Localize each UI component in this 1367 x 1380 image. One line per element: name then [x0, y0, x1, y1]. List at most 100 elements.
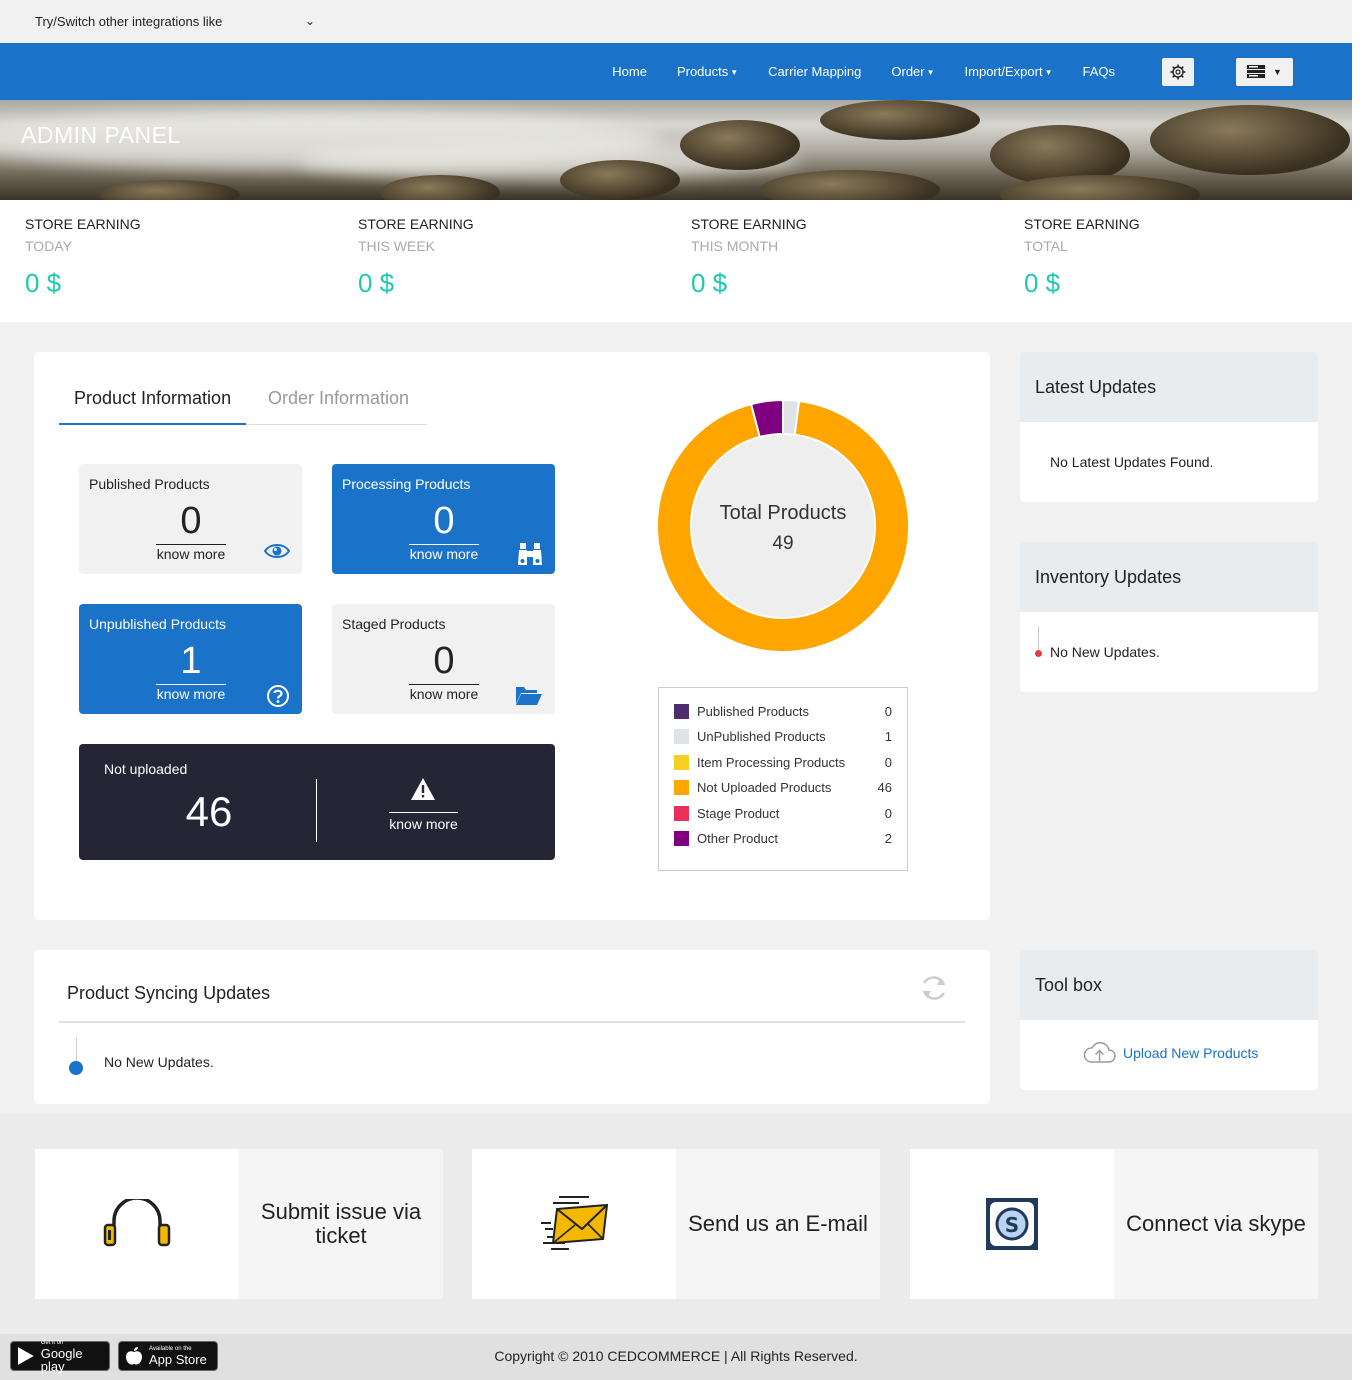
nav-item-label: FAQs — [1082, 64, 1115, 79]
donut-chart — [656, 398, 910, 653]
caret-down-icon: ▼ — [926, 68, 935, 78]
earning-value: 0 $ — [1024, 268, 1061, 298]
legend-swatch — [674, 805, 689, 821]
legend-item: Item Processing Products 0 — [674, 754, 892, 779]
earning-week: STORE EARNING THIS WEEK 0 $ — [358, 216, 474, 299]
support-skype-card[interactable]: S Connect via skype — [910, 1149, 1318, 1299]
legend-swatch — [674, 830, 689, 846]
unpublished-products-tile: Unpublished Products 1 know more — [79, 604, 302, 714]
know-more-link[interactable]: know more — [126, 546, 256, 562]
tile-count: 0 — [409, 640, 479, 685]
nav-item-label: Order — [891, 64, 925, 79]
earning-label: STORE EARNING — [358, 216, 474, 232]
tile-count: 0 — [156, 500, 226, 545]
nav-item-import-export[interactable]: Import/Export ▼ — [965, 64, 1053, 79]
footer: Get it on Google play Available on the A… — [0, 1334, 1352, 1380]
nav-item-label: Import/Export — [964, 64, 1043, 79]
donut-title: Total Products — [719, 502, 847, 524]
legend-swatch — [674, 754, 689, 770]
nav-item-order[interactable]: Order ▼ — [891, 64, 934, 79]
earning-month: STORE EARNING THIS MONTH 0 $ — [691, 216, 807, 299]
product-syncing-card: Product Syncing Updates No New Updates. — [34, 950, 990, 1104]
legend-swatch — [674, 729, 689, 745]
caret-down-icon: ▼ — [1044, 68, 1053, 78]
legend-label: Not Uploaded Products — [697, 780, 832, 796]
nav-item-faqs[interactable]: FAQs — [1082, 64, 1115, 79]
tab-product-information[interactable]: Product Information — [59, 388, 247, 425]
know-more-link[interactable]: know more — [126, 686, 256, 702]
scrollbar-track[interactable] — [1352, 0, 1367, 1380]
nav-item-products[interactable]: Products ▼ — [677, 64, 738, 79]
eye-icon[interactable] — [264, 542, 290, 560]
banner-image — [0, 100, 1352, 200]
upload-new-products-label: Upload New Products — [1123, 1045, 1259, 1061]
legend-item: Published Products 0 — [674, 703, 892, 728]
tile-divider — [316, 779, 317, 842]
email-icon — [541, 1196, 609, 1250]
earning-period: THIS MONTH — [691, 238, 779, 254]
tile-count: 46 — [185, 788, 233, 835]
chart-legend: Published Products 0 UnPublished Products 1… — [658, 687, 908, 871]
support-ticket-card[interactable]: Submit issue via ticket — [35, 1149, 443, 1299]
tile-count: 0 — [409, 500, 479, 545]
account-menu-button[interactable]: ▼ — [1236, 57, 1293, 86]
question-icon[interactable] — [266, 684, 290, 708]
binoculars-icon[interactable] — [517, 541, 543, 567]
refresh-icon[interactable] — [919, 973, 949, 1003]
upload-new-products-link[interactable]: Upload New Products — [1083, 1040, 1258, 1066]
navbar: Home Products ▼ Carrier Mapping Order ▼ Import… — [0, 43, 1352, 100]
latest-updates-panel: Latest Updates No Latest Updates Found. — [1020, 352, 1318, 502]
sync-divider — [59, 1021, 965, 1023]
earning-period: TOTAL — [1024, 238, 1068, 254]
chevron-down-icon: ⌄ — [304, 14, 315, 28]
timeline-dot — [1035, 650, 1042, 657]
folder-open-icon[interactable] — [515, 684, 543, 706]
tile-count: 1 — [156, 640, 226, 685]
earning-label: STORE EARNING — [691, 216, 807, 232]
not-uploaded-tile: Not uploaded 46 know more — [79, 744, 555, 860]
cloud-upload-icon — [1083, 1042, 1116, 1063]
processing-products-tile: Processing Products 0 know more — [332, 464, 555, 574]
legend-count: 1 — [884, 729, 892, 745]
legend-label: Other Product — [697, 830, 778, 846]
inventory-updates-panel: Inventory Updates No New Updates. — [1020, 542, 1318, 692]
headphones-icon — [103, 1199, 171, 1247]
legend-item: Stage Product 0 — [674, 805, 892, 830]
support-section: Submit issue via ticket Send us an E-mai… — [0, 1114, 1352, 1334]
toolbox-panel: Tool box Upload New Products — [1020, 950, 1318, 1090]
gear-icon — [1170, 64, 1186, 79]
page-title: ADMIN PANEL — [21, 122, 181, 148]
skype-icon: S — [986, 1198, 1038, 1250]
know-more-link[interactable]: know more — [389, 812, 458, 832]
warning-icon — [411, 778, 435, 800]
timeline-dot — [69, 1061, 83, 1075]
support-label: Submit issue via ticket — [260, 1199, 422, 1248]
know-more-link[interactable]: know more — [379, 546, 509, 562]
support-email-card[interactable]: Send us an E-mail — [472, 1149, 880, 1299]
tile-title: Unpublished Products — [89, 616, 226, 632]
support-label: Send us an E-mail — [688, 1211, 868, 1236]
legend-count: 46 — [877, 780, 892, 796]
panel-message: No New Updates. — [1050, 644, 1160, 660]
panel-message: No Latest Updates Found. — [1050, 454, 1214, 470]
know-more-link[interactable]: know more — [379, 686, 509, 702]
earning-total: STORE EARNING TOTAL 0 $ — [1024, 216, 1140, 299]
earning-label: STORE EARNING — [1024, 216, 1140, 232]
nav-item-home[interactable]: Home — [612, 64, 647, 79]
nav-menu: Home Products ▼ Carrier Mapping Order ▼ Import… — [612, 43, 1352, 100]
legend-item: Other Product 2 — [674, 830, 892, 855]
settings-button[interactable] — [1162, 57, 1194, 86]
legend-count: 2 — [884, 830, 892, 846]
tile-title: Published Products — [89, 476, 210, 492]
nav-item-carrier-mapping[interactable]: Carrier Mapping — [768, 64, 861, 79]
tile-title: Staged Products — [342, 616, 446, 632]
timeline-line — [76, 1038, 77, 1062]
caret-down-icon: ▼ — [1273, 66, 1282, 77]
legend-count: 0 — [884, 805, 892, 821]
legend-item: Not Uploaded Products 46 — [674, 779, 892, 804]
panel-title: Inventory Updates — [1020, 542, 1318, 612]
integration-select[interactable]: Try/Switch other integrations like ⌄ — [35, 14, 315, 29]
earning-value: 0 $ — [25, 268, 62, 298]
panel-title: Latest Updates — [1020, 352, 1318, 422]
tab-order-information[interactable]: Order Information — [253, 388, 424, 425]
